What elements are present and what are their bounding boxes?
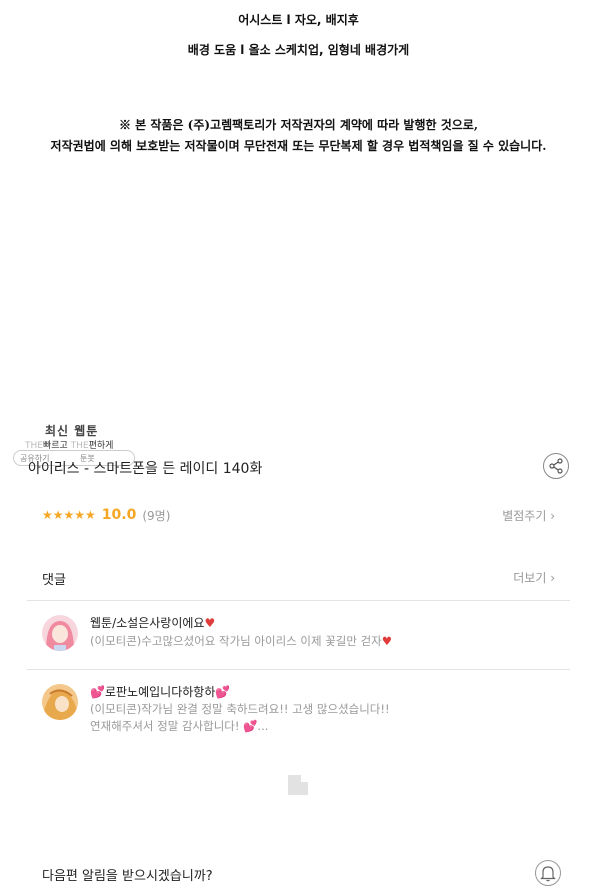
avatar	[42, 684, 78, 720]
credits-assist: 어시스트 l 자오, 배지후	[238, 13, 359, 27]
comment-author: 웹툰/소설은사랑이에요♥	[90, 616, 216, 630]
share-button[interactable]	[543, 453, 569, 479]
star-icon: ★★★★★	[42, 508, 96, 522]
avatar	[42, 615, 78, 651]
divider	[27, 669, 570, 670]
comments-header: 댓글	[42, 573, 66, 588]
divider	[27, 600, 570, 601]
copyright-line-1: ※ 본 작품은 (주)고렘팩토리가 저작권자의 계약에 따라 발행한 것으로,	[118, 118, 479, 132]
copyright-notice: ※ 본 작품은 (주)고렘팩토리가 저작권자의 계약에 따라 발행한 것으로, …	[0, 115, 597, 157]
rating-summary: ★★★★★ 10.0 (9명)	[42, 506, 170, 524]
heart-icon: 💕	[215, 685, 231, 699]
share-icon	[549, 458, 563, 474]
credits-background: 배경 도움 l 올소 스케치업, 임형네 배경가게	[187, 43, 410, 57]
copyright-line-2: 저작권법에 의해 보호받는 저작물이며 무단전재 또는 무단복제 할 경우 법적…	[50, 139, 547, 153]
rate-button[interactable]: 별점주기 ›	[502, 507, 555, 524]
next-episode-alert-question: 다음편 알림을 받으시겠습니까?	[42, 869, 213, 884]
heart-icon: ♥	[204, 616, 216, 630]
comment-text: (이모티콘)작가님 완결 정말 축하드려요!! 고생 많으셨습니다!! 연재해주…	[90, 701, 390, 735]
comment-text-line: (이모티콘)작가님 완결 정말 축하드려요!! 고생 많으셨습니다!!	[90, 702, 390, 716]
loading-icon	[288, 775, 308, 795]
comments-more-button[interactable]: 더보기 ›	[513, 569, 555, 586]
heart-icon: 💕	[90, 685, 105, 699]
episode-title: 아이리스 - 스마트폰을 든 레이디 140화	[28, 461, 263, 477]
comment-text: (이모티콘)수고많으셨어요 작가님 아이리스 이제 꽃길만 걷자♥	[90, 634, 393, 648]
bell-icon	[540, 866, 556, 882]
rating-votes: (9명)	[142, 508, 171, 523]
notification-button[interactable]	[535, 860, 561, 886]
comment-text-line: 연재해주셔서 정말 감사합니다! 💕...	[90, 719, 269, 733]
watermark-title: 최신 웹툰	[45, 424, 99, 438]
heart-icon: ♥	[381, 634, 393, 648]
comment-author: 💕로판노예입니다하항하💕	[90, 685, 231, 699]
rating-score: 10.0	[101, 507, 137, 523]
